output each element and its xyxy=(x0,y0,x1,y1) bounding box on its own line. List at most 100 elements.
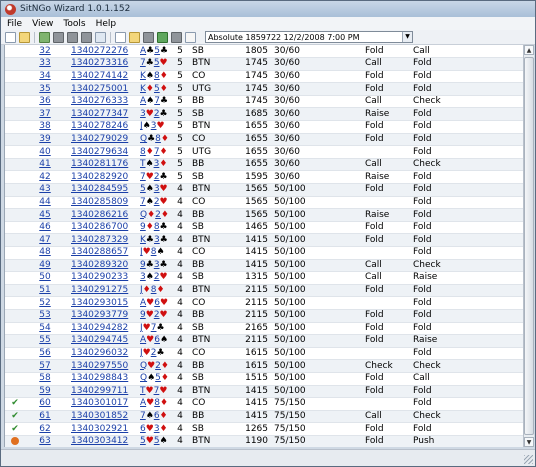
hand-id-link[interactable]: 1340277347 xyxy=(65,107,140,122)
table-row[interactable]: 55 1340294745 A♥6♠ 4 BTN 2115 50/100 Fold Raise xyxy=(5,334,523,348)
table-row[interactable]: 37 1340277347 3♥2♣ 5 SB 1685 30/60 Raise Fold xyxy=(5,107,523,122)
hand-index-link[interactable]: 60 xyxy=(25,397,65,411)
hand-id-link[interactable]: 1340290233 xyxy=(65,271,140,285)
table-row[interactable]: 50 1340290233 3♠2♥ 4 SB 1315 50/100 Call Raise xyxy=(5,271,523,285)
table-row[interactable]: ✔ 60 1340301017 A♥8♦ 4 CO 1415 75/150 Fold xyxy=(5,397,523,411)
table-row[interactable]: 46 1340286700 9♦8♣ 4 SB 1465 50/100 Fold Fold xyxy=(5,221,523,235)
hand-index-link[interactable]: 53 xyxy=(25,309,65,323)
table-row[interactable]: 36 1340276333 A♠7♣ 5 BB 1745 30/60 Call Check xyxy=(5,95,523,109)
table-row[interactable]: 52 1340293015 A♥6♥ 4 CO 2115 50/100 Fold xyxy=(5,296,523,310)
hand-index-link[interactable]: 57 xyxy=(25,359,65,373)
table-row[interactable]: 58 1340298843 Q♠5♦ 4 SB 1515 50/100 Fold Call xyxy=(5,372,523,386)
menu-tools[interactable]: Tools xyxy=(63,19,85,29)
hand-index-link[interactable]: 54 xyxy=(25,322,65,336)
hand-index-link[interactable]: 36 xyxy=(25,95,65,109)
hand-id-link[interactable]: 1340302921 xyxy=(65,422,140,436)
gray-square-icon[interactable] xyxy=(143,31,154,43)
hand-id-link[interactable]: 1340276333 xyxy=(65,95,140,109)
scroll-up-icon[interactable]: ▲ xyxy=(524,45,534,55)
hand-index-link[interactable]: 40 xyxy=(25,145,65,159)
hand-id-link[interactable]: 1340294282 xyxy=(65,322,140,336)
table-row[interactable]: 32 1340272276 A♣5♣ 5 SB 1805 30/60 Fold Call xyxy=(5,45,523,59)
new-page-icon[interactable] xyxy=(5,31,16,43)
hand-id-link[interactable]: 1340279634 xyxy=(65,145,140,159)
table-row[interactable]: 59 1340299711 T♥7♥ 4 BTN 1415 50/100 Fold Fold xyxy=(5,385,523,399)
hand-id-link[interactable]: 1340272276 xyxy=(65,45,140,59)
table-row[interactable]: 44 1340285809 7♠2♥ 4 CO 1565 50/100 Fold xyxy=(5,196,523,210)
hand-id-link[interactable]: 1340285809 xyxy=(65,196,140,210)
hand-id-link[interactable]: 1340288657 xyxy=(65,246,140,260)
hand-id-link[interactable]: 1340293779 xyxy=(65,309,140,323)
hand-id-link[interactable]: 1340297550 xyxy=(65,359,140,373)
copy-icon[interactable] xyxy=(115,31,126,43)
hand-id-link[interactable]: 1340291275 xyxy=(65,284,140,298)
hand-index-link[interactable]: 50 xyxy=(25,271,65,285)
table-row[interactable]: 57 1340297550 Q♥2♦ 4 BB 1615 50/100 Check Check xyxy=(5,359,523,373)
table-row[interactable]: 41 1340281176 T♠3♦ 5 BB 1655 30/60 Call Check xyxy=(5,158,523,172)
table-row[interactable]: 54 1340294282 J♥7♣ 4 SB 2165 50/100 Fold Fold xyxy=(5,322,523,336)
hand-index-link[interactable]: 41 xyxy=(25,158,65,172)
gray-square-icon[interactable] xyxy=(53,31,64,43)
hand-index-link[interactable]: 46 xyxy=(25,221,65,235)
hand-id-link[interactable]: 1340284595 xyxy=(65,183,140,197)
hand-index-link[interactable]: 44 xyxy=(25,196,65,210)
table-row[interactable]: 56 1340296032 J♥2♣ 4 CO 1615 50/100 Fold xyxy=(5,347,523,361)
table-row[interactable]: 39 1340279029 Q♣8♦ 5 CO 1655 30/60 Fold Fold xyxy=(5,133,523,147)
table-row[interactable]: ✔ 61 1340301852 7♠6♦ 4 BB 1415 75/150 Call Check xyxy=(5,410,523,424)
home-icon[interactable] xyxy=(39,31,50,43)
hand-id-link[interactable]: 1340287329 xyxy=(65,233,140,247)
resize-grip-icon[interactable] xyxy=(524,455,533,464)
vertical-scrollbar[interactable]: ▲ ▼ xyxy=(523,45,534,447)
menu-file[interactable]: File xyxy=(7,19,22,29)
hand-id-link[interactable]: 1340282920 xyxy=(65,170,140,185)
hand-id-link[interactable]: 1340294745 xyxy=(65,334,140,348)
hand-index-link[interactable]: 56 xyxy=(25,347,65,361)
hand-index-link[interactable]: 55 xyxy=(25,334,65,348)
table-row[interactable]: 48 1340288657 J♥8♠ 4 CO 1415 50/100 Fold xyxy=(5,246,523,260)
gray-square-icon[interactable] xyxy=(67,31,78,43)
hand-index-link[interactable]: 43 xyxy=(25,183,65,197)
session-select[interactable]: Absolute 1859722 12/2/2008 7:00 PM ▼ xyxy=(205,31,413,43)
hand-index-link[interactable]: 51 xyxy=(25,284,65,298)
hand-index-link[interactable]: 39 xyxy=(25,133,65,147)
database-icon[interactable] xyxy=(129,31,140,43)
hand-index-link[interactable]: 45 xyxy=(25,208,65,222)
hand-id-link[interactable]: 1340279029 xyxy=(65,133,140,147)
table-row[interactable]: 53 1340293779 9♥2♥ 4 BB 2115 50/100 Fold Fold xyxy=(5,309,523,323)
table-row[interactable]: 47 1340287329 K♣3♣ 4 BTN 1415 50/100 Fold Fold xyxy=(5,233,523,247)
table-row[interactable]: 43 1340284595 5♠3♥ 4 BTN 1565 50/100 Fold Fold xyxy=(5,183,523,197)
hand-id-link[interactable]: 1340301852 xyxy=(65,410,140,424)
hand-index-link[interactable]: 63 xyxy=(25,435,65,447)
hand-id-link[interactable]: 1340286216 xyxy=(65,208,140,222)
table-row[interactable]: 33 1340273316 7♣5♥ 5 BTN 1745 30/60 Call Fold xyxy=(5,57,523,71)
table-row[interactable]: ✔ 62 1340302921 6♥3♦ 4 SB 1265 75/150 Fold Fold xyxy=(5,422,523,436)
scrollbar-thumb[interactable] xyxy=(524,57,534,435)
green-check-icon[interactable] xyxy=(157,31,168,43)
hand-id-link[interactable]: 1340275001 xyxy=(65,82,140,96)
hand-index-link[interactable]: 48 xyxy=(25,246,65,260)
menu-help[interactable]: Help xyxy=(96,19,117,29)
hand-index-link[interactable]: 34 xyxy=(25,70,65,84)
scroll-down-icon[interactable]: ▼ xyxy=(524,437,534,447)
hand-index-link[interactable]: 62 xyxy=(25,422,65,436)
hand-id-link[interactable]: 1340278246 xyxy=(65,120,140,134)
table-row[interactable]: 35 1340275001 K♦5♦ 5 UTG 1745 30/60 Fold Fold xyxy=(5,82,523,96)
hand-id-link[interactable]: 1340298843 xyxy=(65,372,140,386)
hand-index-link[interactable]: 59 xyxy=(25,385,65,399)
hand-id-link[interactable]: 1340303412 xyxy=(65,435,140,447)
gray-square-icon[interactable] xyxy=(171,31,182,43)
hand-id-link[interactable]: 1340274142 xyxy=(65,70,140,84)
hand-index-link[interactable]: 37 xyxy=(25,107,65,122)
hand-index-link[interactable]: 33 xyxy=(25,57,65,71)
hand-id-link[interactable]: 1340296032 xyxy=(65,347,140,361)
hand-index-link[interactable]: 42 xyxy=(25,170,65,185)
menu-view[interactable]: View xyxy=(32,19,53,29)
hand-id-link[interactable]: 1340286700 xyxy=(65,221,140,235)
hand-id-link[interactable]: 1340289320 xyxy=(65,259,140,273)
chevron-down-icon[interactable]: ▼ xyxy=(402,32,412,42)
hand-index-link[interactable]: 32 xyxy=(25,45,65,59)
table-row[interactable]: 49 1340289320 9♣3♣ 4 BB 1415 50/100 Call Check xyxy=(5,259,523,273)
gray-square-icon[interactable] xyxy=(81,31,92,43)
table-row[interactable]: 45 1340286216 Q♦2♦ 4 BB 1565 50/100 Raise Fold xyxy=(5,208,523,222)
table-row[interactable]: 42 1340282920 7♥2♣ 5 SB 1595 30/60 Raise Fold xyxy=(5,170,523,185)
